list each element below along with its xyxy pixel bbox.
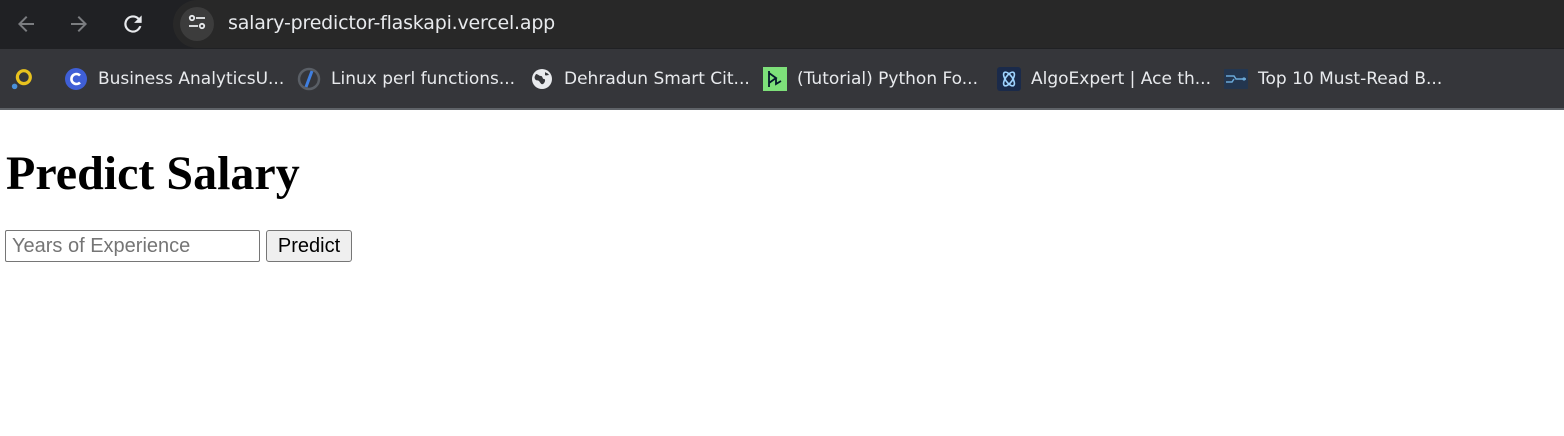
arrow-right-icon (67, 12, 91, 36)
extension-icon (10, 67, 34, 91)
back-button[interactable] (13, 11, 39, 37)
datacamp-icon (763, 67, 787, 91)
bookmark-label: Linux perl functions... (331, 69, 516, 89)
reload-button[interactable] (120, 11, 146, 37)
bookmark-label: Dehradun Smart Cit... (564, 69, 750, 89)
c-logo-icon (64, 67, 88, 91)
bookmark-label: Business AnalyticsU... (98, 69, 285, 89)
forward-button[interactable] (66, 11, 92, 37)
slash-logo-icon (297, 67, 321, 91)
experience-input[interactable] (5, 230, 260, 262)
bookmark-python-tutorial[interactable]: (Tutorial) Python Fo... (763, 64, 978, 94)
page-content: Predict Salary Predict (0, 111, 1564, 436)
algoexpert-icon (997, 67, 1021, 91)
browser-toolbar: salary-predictor-flaskapi.vercel.app (0, 0, 1564, 49)
globe-icon (530, 67, 554, 91)
bookmark-business-analytics[interactable]: Business AnalyticsU... (64, 64, 284, 94)
bookmark-label: AlgoExpert | Ace th... (1031, 69, 1211, 89)
bookmark-dehradun[interactable]: Dehradun Smart Cit... (530, 64, 750, 94)
bookmark-linux-perl[interactable]: Linux perl functions... (297, 64, 515, 94)
bookmark-extension[interactable] (10, 64, 44, 94)
reload-icon (120, 11, 146, 37)
url-text[interactable]: salary-predictor-flaskapi.vercel.app (228, 12, 555, 34)
address-bar[interactable]: salary-predictor-flaskapi.vercel.app (173, 0, 1564, 48)
bookmarks-bar: Business AnalyticsU... Linux perl functi… (0, 49, 1564, 110)
bookmark-label: (Tutorial) Python Fo... (797, 69, 978, 89)
page-title: Predict Salary (6, 147, 300, 200)
tune-icon (187, 12, 207, 37)
predict-button[interactable]: Predict (266, 230, 352, 262)
site-info-button[interactable] (180, 7, 214, 41)
bookmark-algoexpert[interactable]: AlgoExpert | Ace th... (997, 64, 1211, 94)
bookmark-label: Top 10 Must-Read B... (1258, 69, 1443, 89)
arrow-left-icon (14, 12, 38, 36)
bookmark-top-10-must-read[interactable]: Top 10 Must-Read B... (1224, 64, 1442, 94)
circuit-icon (1224, 67, 1248, 91)
